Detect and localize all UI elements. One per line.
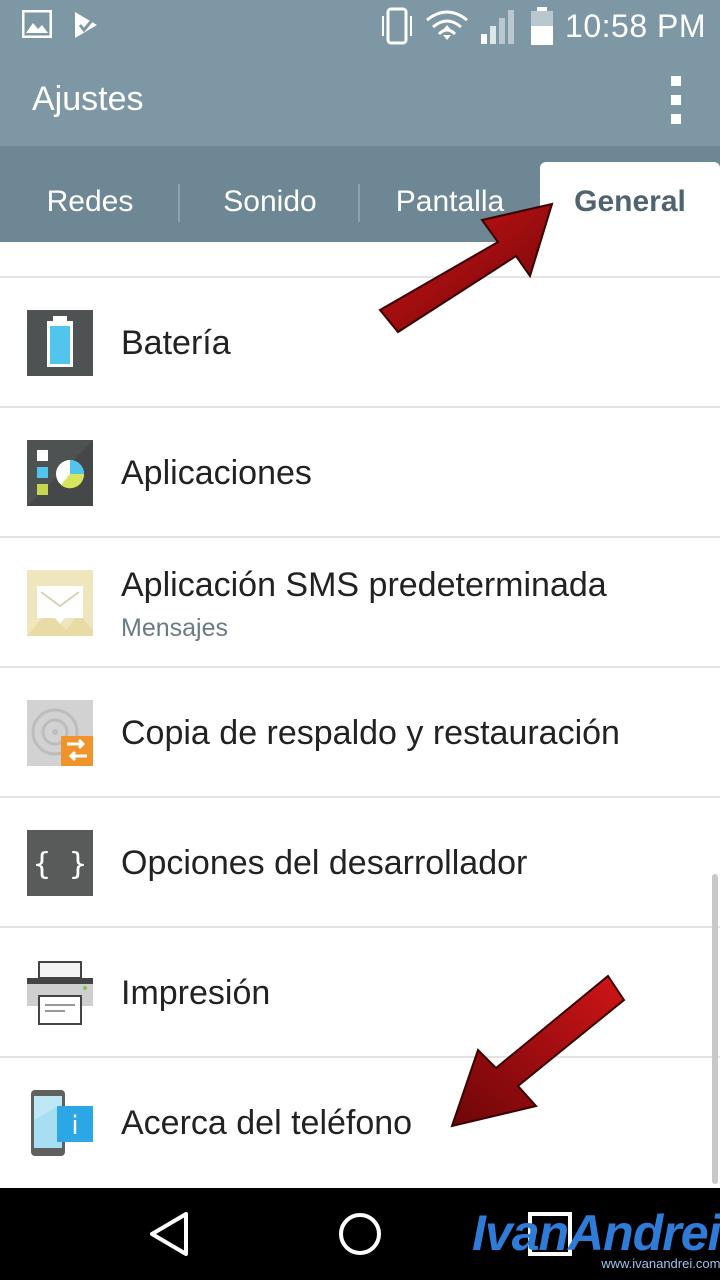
- arrow-to-general-tab: [378, 202, 554, 334]
- setting-default-sms[interactable]: Aplicación SMS predeterminada Mensajes: [0, 538, 720, 668]
- tab-bar: Redes Sonido Pantalla General: [0, 146, 720, 242]
- vibrate-icon: [382, 7, 413, 45]
- app-bar: Ajustes: [0, 52, 720, 146]
- developer-icon: { }: [27, 830, 93, 896]
- setting-title: Aplicación SMS predeterminada: [121, 566, 607, 604]
- setting-title: Copia de respaldo y restauración: [121, 714, 620, 752]
- home-icon[interactable]: [330, 1204, 390, 1264]
- arrow-to-about-phone: [450, 974, 626, 1128]
- svg-text:{ }: { }: [33, 847, 87, 882]
- sms-icon: [27, 570, 93, 636]
- setting-title: Acerca del teléfono: [121, 1104, 413, 1142]
- setting-subtitle: Mensajes: [121, 614, 228, 642]
- setting-title: Batería: [121, 324, 231, 362]
- status-time: 10:58 PM: [565, 7, 706, 44]
- setting-title: Aplicaciones: [121, 454, 312, 492]
- list-item-partial[interactable]: [0, 242, 720, 278]
- back-icon[interactable]: [140, 1204, 200, 1264]
- battery-icon: [531, 7, 554, 45]
- page-title: Ajustes: [32, 80, 144, 118]
- backup-icon: [27, 700, 93, 766]
- setting-battery[interactable]: Batería: [0, 278, 720, 408]
- watermark: IvanAndrei www.ivanandrei.com: [472, 1208, 720, 1271]
- setting-developer-options[interactable]: { } Opciones del desarrollador: [0, 798, 720, 928]
- wifi-icon: [426, 10, 468, 40]
- signal-icon: [481, 10, 515, 44]
- tab-sonido[interactable]: Sonido: [180, 162, 360, 242]
- navigation-bar: IvanAndrei www.ivanandrei.com: [0, 1188, 720, 1280]
- check-app-icon: [75, 12, 97, 38]
- overflow-menu-icon[interactable]: [666, 76, 686, 124]
- image-icon: [22, 10, 52, 38]
- setting-title: Impresión: [121, 974, 271, 1012]
- battery-settings-icon: [27, 310, 93, 376]
- setting-title: Opciones del desarrollador: [121, 844, 528, 882]
- svg-text:i: i: [71, 1111, 78, 1141]
- tab-redes[interactable]: Redes: [0, 162, 180, 242]
- printer-icon: [27, 961, 93, 1025]
- apps-icon: [27, 440, 93, 506]
- status-bar: 10:58 PM: [0, 0, 720, 52]
- about-phone-icon: i: [31, 1090, 93, 1156]
- setting-backup-restore[interactable]: Copia de respaldo y restauración: [0, 668, 720, 798]
- setting-apps[interactable]: Aplicaciones: [0, 408, 720, 538]
- watermark-logo: IvanAndrei: [472, 1205, 720, 1261]
- scrollbar[interactable]: [712, 874, 718, 1184]
